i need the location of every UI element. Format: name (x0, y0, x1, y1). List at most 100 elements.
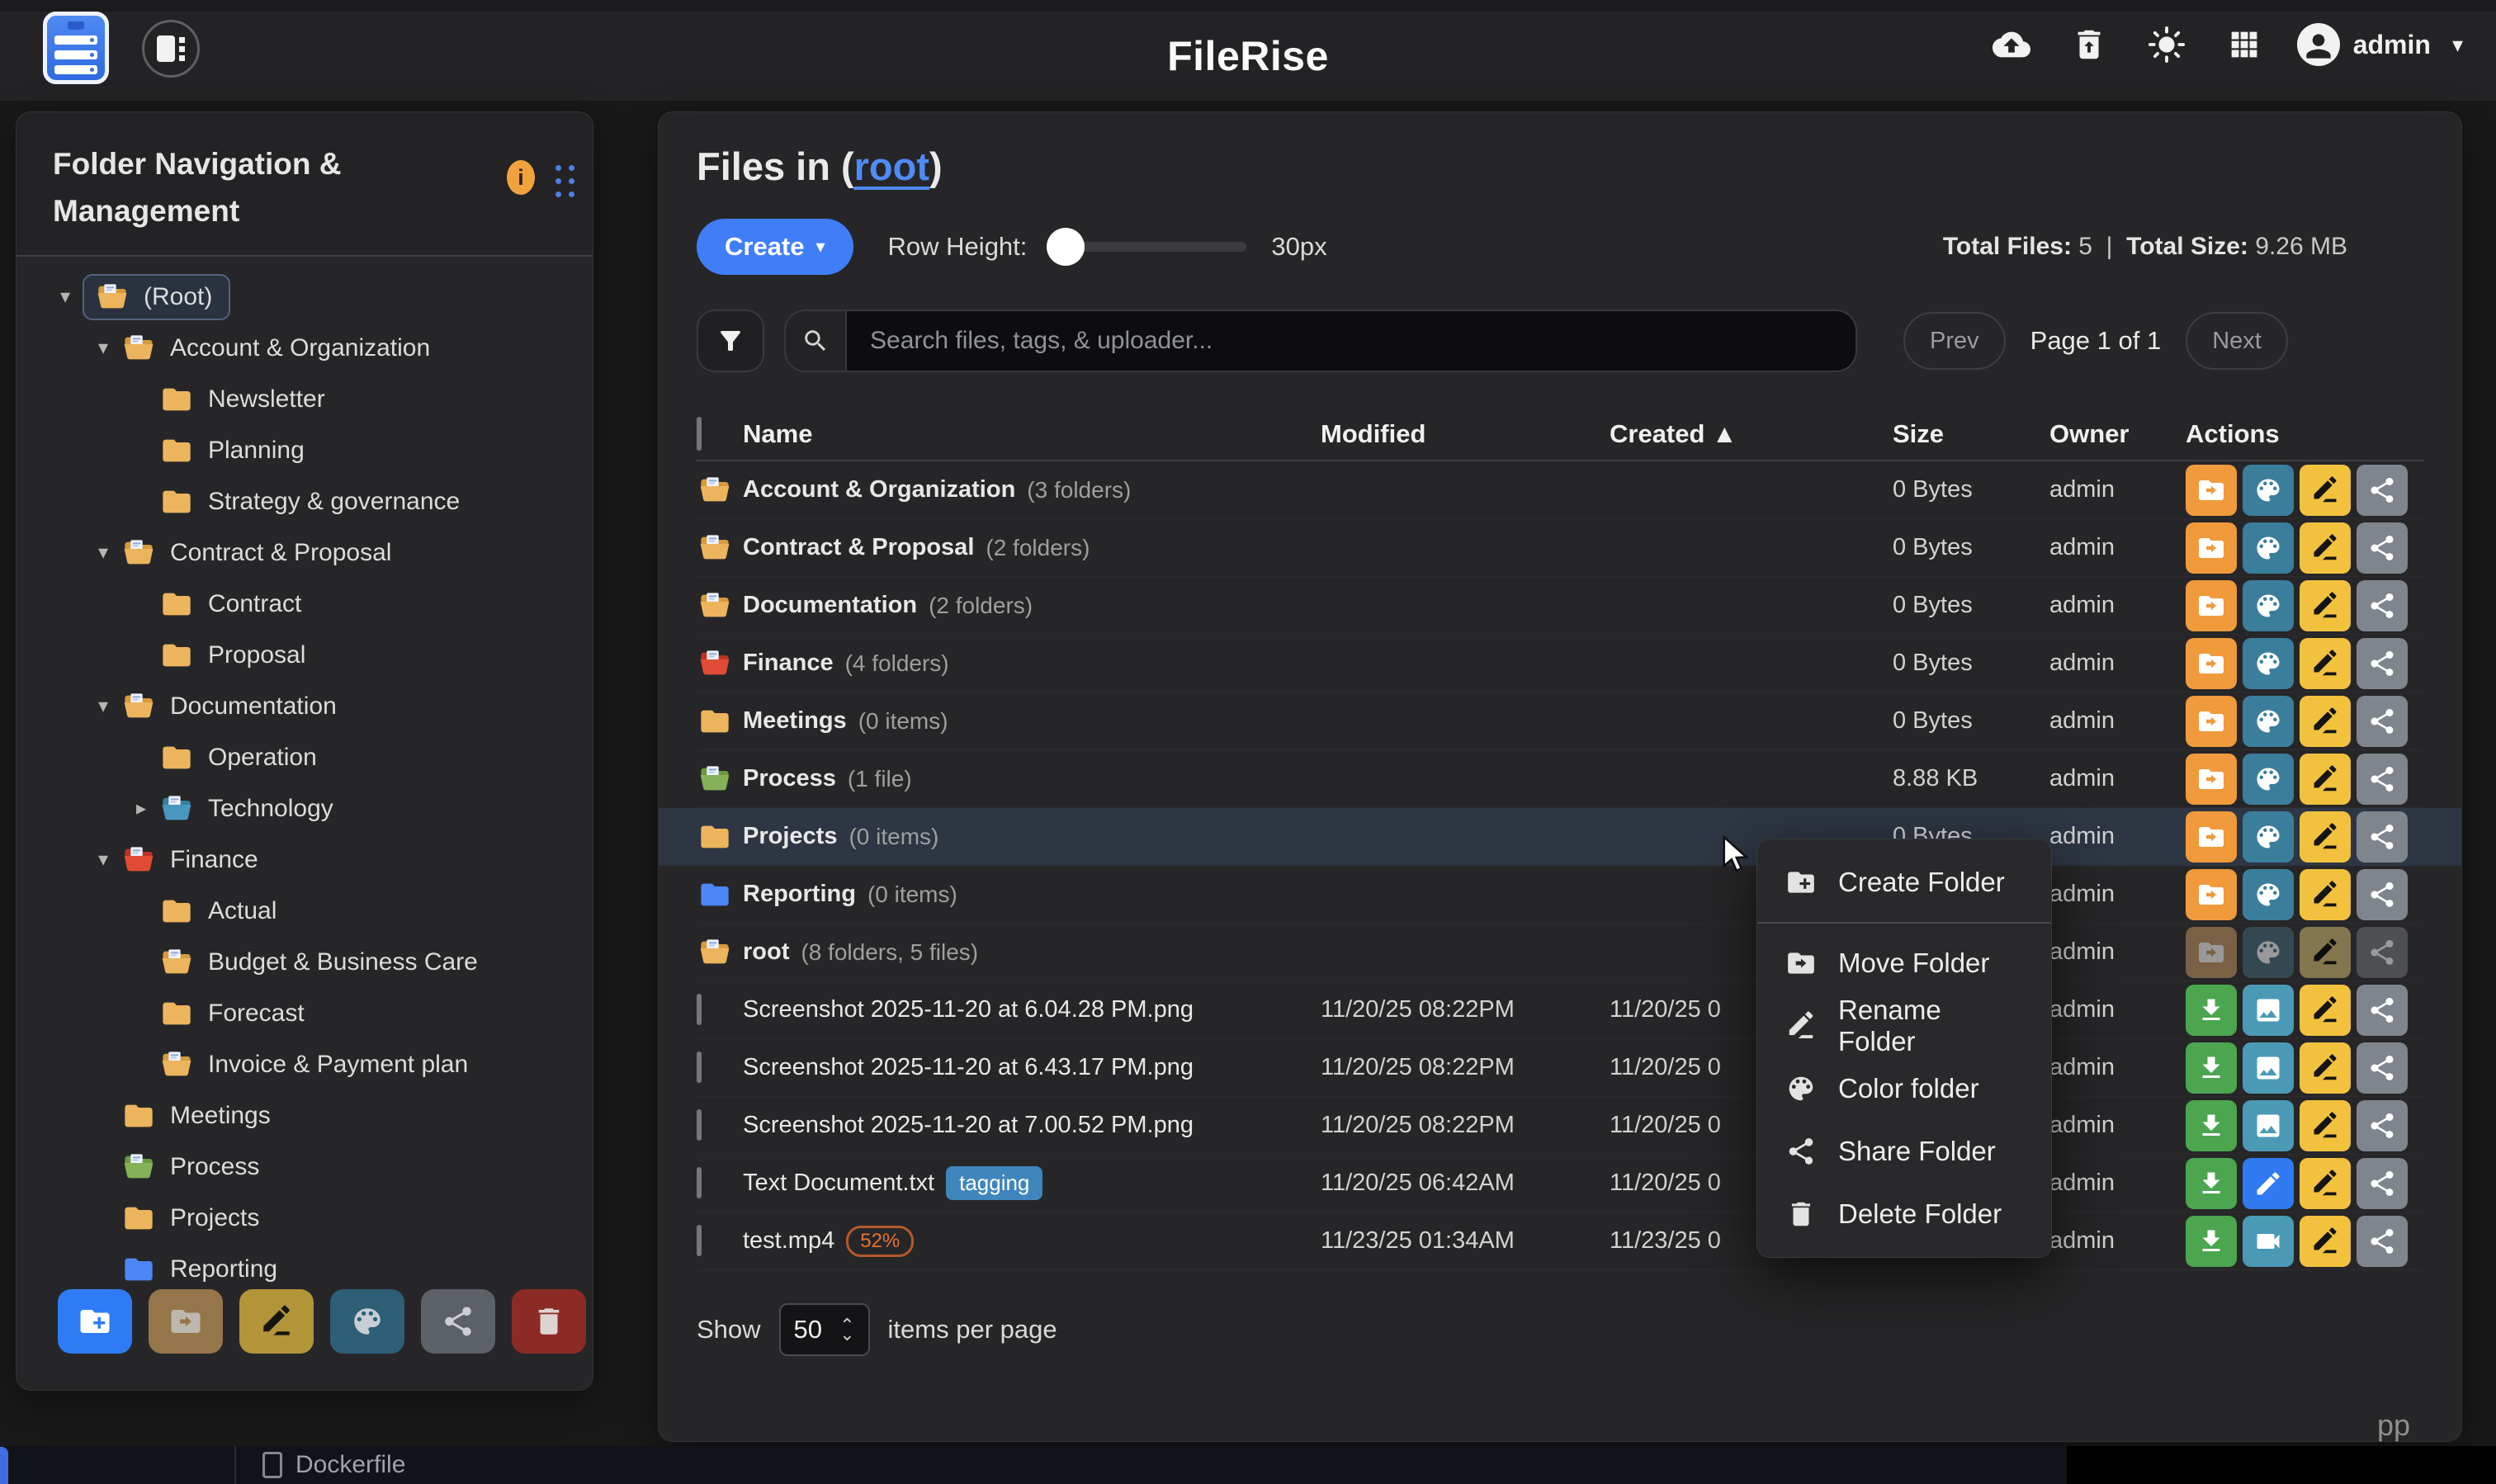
row-action-share-button[interactable] (2357, 1216, 2408, 1267)
row-action-rename-button[interactable] (2300, 580, 2351, 631)
filter-button[interactable] (697, 310, 764, 372)
search-input[interactable] (847, 311, 1855, 371)
context-menu-item-create-folder[interactable]: Create Folder (1757, 851, 2051, 914)
row-action-share-button[interactable] (2357, 696, 2408, 747)
delete-folder-button[interactable] (512, 1289, 586, 1354)
trash-restore-button[interactable] (2064, 20, 2114, 69)
row-name[interactable]: Projects (743, 823, 837, 850)
caret-right-icon[interactable]: ▸ (124, 796, 158, 820)
row-action-download-button[interactable] (2186, 1216, 2237, 1267)
caret-down-icon[interactable]: ▾ (86, 541, 121, 565)
sidebar-item-operation[interactable]: Operation (17, 732, 593, 783)
sidebar-item-invoice-payment-plan[interactable]: Invoice & Payment plan (17, 1039, 593, 1090)
row-action-move-folder-button[interactable] (2186, 522, 2237, 574)
sidebar-item-budget-business-care[interactable]: Budget & Business Care (17, 937, 593, 988)
sidebar-item-finance[interactable]: ▾Finance (17, 834, 593, 886)
table-row-screenshot-2025-11-20-at-6-43-17-pm-png[interactable]: Screenshot 2025-11-20 at 6.43.17 PM.png1… (697, 1039, 2423, 1097)
column-header-owner[interactable]: Owner (2049, 419, 2186, 449)
column-header-name[interactable]: Name (743, 419, 1321, 449)
create-button[interactable]: Create▾ (697, 219, 853, 275)
rename-folder-button[interactable] (239, 1289, 314, 1354)
row-action-rename-button[interactable] (2300, 522, 2351, 574)
sidebar-item-proposal[interactable]: Proposal (17, 630, 593, 681)
info-icon[interactable]: i (507, 160, 535, 195)
table-row-screenshot-2025-11-20-at-7-00-52-pm-png[interactable]: Screenshot 2025-11-20 at 7.00.52 PM.png1… (697, 1097, 2423, 1155)
table-row-contract-proposal[interactable]: Contract & Proposal (2 folders)0 Bytesad… (697, 519, 2423, 577)
row-action-rename-button[interactable] (2300, 869, 2351, 920)
caret-down-icon[interactable]: ▾ (48, 285, 83, 309)
filerise-logo[interactable] (43, 12, 109, 84)
sidebar-item-contract-proposal[interactable]: ▾Contract & Proposal (17, 527, 593, 579)
context-menu-item-share-folder[interactable]: Share Folder (1757, 1120, 2051, 1183)
row-name[interactable]: root (743, 938, 789, 966)
row-action-share-button[interactable] (2357, 869, 2408, 920)
row-action-move-folder-button[interactable] (2186, 465, 2237, 516)
sidebar-item-contract[interactable]: Contract (17, 579, 593, 630)
table-row-test-mp4[interactable]: test.mp452%11/23/25 01:34AM11/23/25 0adm… (697, 1212, 2423, 1270)
context-menu-item-rename-folder[interactable]: Rename Folder (1757, 995, 2051, 1057)
row-action-color-folder-button[interactable] (2243, 465, 2294, 516)
row-action-share-button[interactable] (2357, 811, 2408, 863)
row-action-share-button[interactable] (2357, 522, 2408, 574)
row-action-download-button[interactable] (2186, 1100, 2237, 1151)
select-all-checkbox[interactable] (697, 417, 702, 451)
sidebar-toggle-button[interactable] (142, 20, 200, 78)
row-action-color-folder-button[interactable] (2243, 522, 2294, 574)
row-action-download-button[interactable] (2186, 1158, 2237, 1209)
row-action-move-folder-button[interactable] (2186, 638, 2237, 689)
row-action-color-folder-button[interactable] (2243, 696, 2294, 747)
table-row-screenshot-2025-11-20-at-6-04-28-pm-png[interactable]: Screenshot 2025-11-20 at 6.04.28 PM.png1… (697, 981, 2423, 1039)
row-action-edit-text-button[interactable] (2243, 1158, 2294, 1209)
row-action-move-folder-button[interactable] (2186, 869, 2237, 920)
row-action-rename-button[interactable] (2300, 811, 2351, 863)
table-row-text-document-txt[interactable]: Text Document.txttagging11/20/25 06:42AM… (697, 1155, 2423, 1212)
row-action-color-folder-button[interactable] (2243, 869, 2294, 920)
row-name[interactable]: test.mp4 (743, 1227, 834, 1255)
row-checkbox[interactable] (697, 994, 702, 1025)
column-header-created[interactable]: Created ▲ (1610, 419, 1893, 449)
create-folder-button[interactable] (58, 1289, 132, 1354)
row-height-slider[interactable] (1050, 242, 1246, 252)
sidebar-item-forecast[interactable]: Forecast (17, 988, 593, 1039)
row-action-rename-button[interactable] (2300, 1158, 2351, 1209)
prev-page-button[interactable]: Prev (1903, 312, 2006, 370)
items-per-page-select[interactable]: 50 ⌃⌄ (779, 1303, 870, 1356)
row-action-rename-button[interactable] (2300, 754, 2351, 805)
row-action-move-folder-button[interactable] (2186, 696, 2237, 747)
move-folder-button[interactable] (149, 1289, 223, 1354)
context-menu-item-delete-folder[interactable]: Delete Folder (1757, 1183, 2051, 1245)
row-name[interactable]: Screenshot 2025-11-20 at 6.43.17 PM.png (743, 1054, 1194, 1081)
table-row-documentation[interactable]: Documentation (2 folders)0 Bytesadmin (697, 577, 2423, 635)
sidebar-item-planning[interactable]: Planning (17, 425, 593, 476)
row-name[interactable]: Contract & Proposal (743, 534, 974, 561)
row-action-share-button[interactable] (2357, 1158, 2408, 1209)
row-action-preview-video-button[interactable] (2243, 1216, 2294, 1267)
sidebar-item-documentation[interactable]: ▾Documentation (17, 681, 593, 732)
row-action-move-folder-button[interactable] (2186, 811, 2237, 863)
row-action-rename-button[interactable] (2300, 1042, 2351, 1094)
color-folder-button[interactable] (330, 1289, 404, 1354)
sidebar-item-strategy-governance[interactable]: Strategy & governance (17, 476, 593, 527)
slider-thumb[interactable] (1047, 228, 1085, 266)
column-header-size[interactable]: Size (1893, 419, 2049, 449)
caret-down-icon[interactable]: ▾ (86, 336, 121, 360)
next-page-button[interactable]: Next (2186, 312, 2288, 370)
row-action-move-folder-button[interactable] (2186, 754, 2237, 805)
sidebar-item-meetings[interactable]: Meetings (17, 1090, 593, 1141)
sidebar-item-root[interactable]: ▾(Root) (17, 272, 593, 323)
sidebar-item-projects[interactable]: Projects (17, 1193, 593, 1244)
row-action-share-button[interactable] (2357, 1100, 2408, 1151)
row-action-download-button[interactable] (2186, 985, 2237, 1036)
row-action-share-button[interactable] (2357, 985, 2408, 1036)
table-row-account-organization[interactable]: Account & Organization (3 folders)0 Byte… (697, 461, 2423, 519)
row-action-color-folder-button[interactable] (2243, 811, 2294, 863)
column-header-modified[interactable]: Modified (1321, 419, 1610, 449)
table-row-reporting[interactable]: Reporting (0 items)admin (697, 866, 2423, 924)
row-checkbox[interactable] (697, 1167, 702, 1198)
context-menu-item-color-folder[interactable]: Color folder (1757, 1057, 2051, 1120)
row-action-share-button[interactable] (2357, 465, 2408, 516)
row-action-color-folder-button[interactable] (2243, 754, 2294, 805)
sidebar-item-newsletter[interactable]: Newsletter (17, 374, 593, 425)
row-checkbox[interactable] (697, 1225, 702, 1256)
sidebar-item-technology[interactable]: ▸Technology (17, 783, 593, 834)
